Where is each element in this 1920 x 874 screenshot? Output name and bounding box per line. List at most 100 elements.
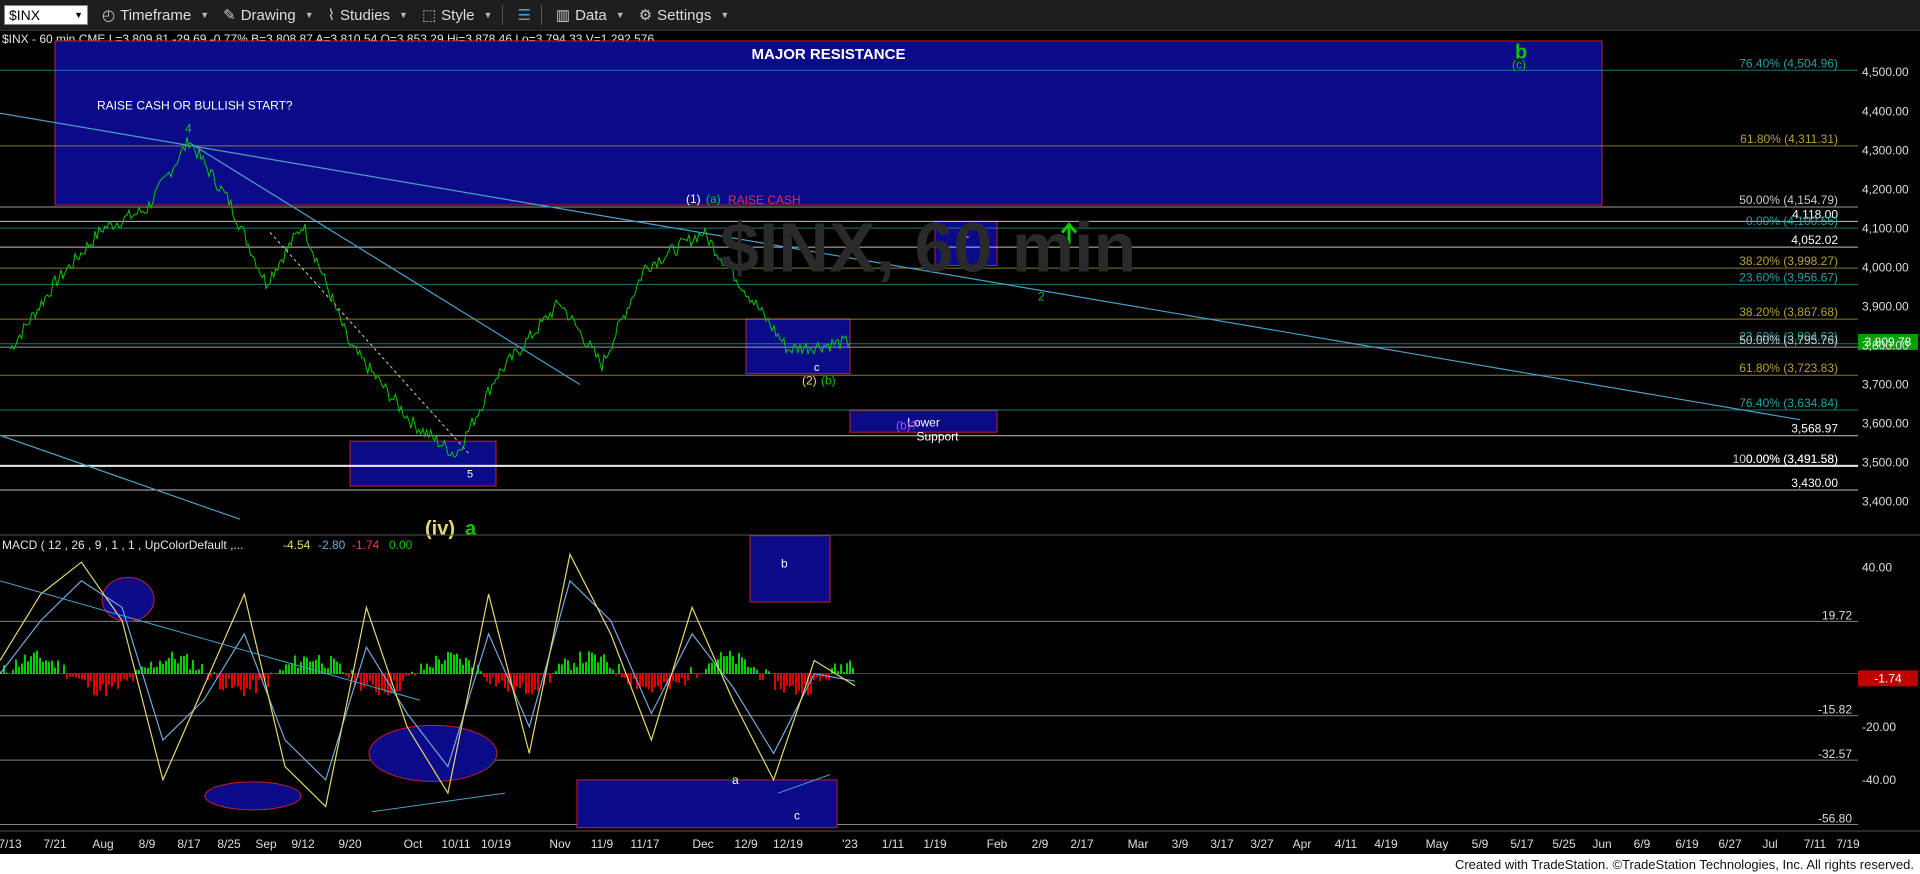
macd-histogram-bar [732,656,734,674]
macd-histogram-bar [183,656,185,674]
macd-histogram-bar [492,673,494,677]
macd-histogram-bar [279,669,281,674]
x-tick-label-36: 6/9 [1634,837,1651,851]
macd-histogram-bar [642,673,644,687]
x-tick-label-23: 2/17 [1070,837,1094,851]
macd-histogram-bar [150,661,152,674]
macd-histogram-bar [570,670,572,674]
macd-histogram-bar [801,673,803,694]
settings-button[interactable]: ⚙ Settings ▼ [639,6,730,25]
chart-area[interactable]: $INX - 60 min CME L=3,809.81 -29.69 -0.7… [0,31,1920,854]
level-label-16: 3,430.00 [1791,476,1838,490]
macd-histogram-bar [126,673,128,681]
y-tick-label-7: 4,100.00 [1862,221,1909,235]
x-tick-label-9: Oct [404,837,423,851]
macd-histogram-bar [144,667,146,674]
macd-histogram-bar [300,661,302,674]
macd-histogram-bar [597,662,599,674]
macd-histogram-bar [645,673,647,688]
drawing-button[interactable]: ✎ Drawing ▼ [223,6,314,25]
macd-histogram-bar [372,673,374,685]
macd-histogram-bar [711,662,713,674]
macd-histogram-bar [519,673,521,689]
chart-annotation-1: RAISE CASH [728,193,801,207]
x-tick-label-29: 4/11 [1335,837,1358,851]
macd-histogram-bar [96,673,98,696]
macd-histogram-bar [27,661,29,674]
zone-sublabel-4: Support [916,429,959,443]
x-tick-label-11: 10/19 [481,837,511,851]
macd-histogram-bar [444,660,446,674]
macd-histogram-bar [267,673,269,687]
macd-y-tick-2: -40.00 [1862,773,1896,787]
macd-histogram-bar [105,673,107,697]
macd-histogram-bar [51,660,53,674]
macd-annotation-1: a [732,773,739,787]
x-tick-label-15: Dec [692,837,713,851]
macd-histogram-bar [180,655,182,674]
toolbar-divider [502,5,504,25]
macd-histogram-bar [12,669,14,674]
layout-button[interactable]: ☰ [517,6,530,24]
macd-histogram-bar [450,652,452,674]
level-label-12: 76.40% (3,634.84) [1739,396,1838,410]
price-chart[interactable]: $INX - 60 min CME L=3,809.81 -29.69 -0.7… [0,31,1920,854]
macd-histogram-bar [486,673,488,682]
macd-histogram-bar [765,669,767,674]
macd-histogram-bar [99,673,101,691]
macd-trendline-up [371,792,506,813]
macd-histogram-bar [777,673,779,681]
macd-histogram-bar [153,667,155,674]
macd-histogram-bar [426,663,428,674]
symbol-input[interactable]: $INX ▼ [4,5,88,25]
macd-histogram-bar [303,656,305,674]
chart-annotation-2: (iv) [425,518,455,540]
timeframe-label: Timeframe [120,6,192,24]
macd-histogram-bar [63,664,65,674]
macd-histogram-bar [435,655,437,674]
macd-histogram-bar [231,673,233,688]
macd-histogram-bar [846,663,848,674]
macd-histogram-bar [690,667,692,674]
x-tick-label-38: 6/27 [1718,837,1742,851]
macd-histogram-bar [672,673,674,681]
x-tick-label-7: 9/12 [291,837,315,851]
macd-histogram-bar [603,654,605,674]
macd-histogram-bar [660,673,662,691]
macd-histogram-bar [468,660,470,674]
x-tick-label-6: Sep [255,837,277,851]
style-button[interactable]: ⬚ Style ▼ [422,6,492,25]
macd-histogram-bar [561,664,563,674]
macd-histogram-bar [423,669,425,674]
level-label-6: 38.20% (3,998.27) [1739,254,1838,268]
macd-histogram-bar [129,673,131,678]
data-button[interactable]: ▥ Data ▼ [556,6,625,25]
macd-histogram-bar [768,671,770,674]
chart-annotation-9: (2) [802,374,817,388]
x-tick-label-41: 7/19 [1836,837,1860,851]
macd-histogram-bar [243,673,245,697]
macd-histogram-bar [393,673,395,681]
y-tick-label-5: 3,900.00 [1862,299,1909,313]
macd-histogram-bar [159,660,161,674]
macd-trendline-down [0,580,421,701]
macd-histogram-bar [729,650,731,674]
chevron-down-icon: ▼ [304,10,314,20]
macd-histogram-bar [360,673,362,692]
x-tick-label-39: Jul [1762,837,1777,851]
macd-histogram-bar [438,659,440,674]
macd-histogram-bar [501,673,503,681]
timeframe-button[interactable]: ◴ Timeframe ▼ [102,6,209,25]
macd-histogram-bar [795,673,797,695]
macd-histogram-bar [282,670,284,674]
macd-histogram-bar [114,673,116,683]
macd-histogram-bar [675,673,677,683]
macd-histogram-bar [798,673,800,691]
macd-histogram-bar [165,660,167,674]
level-label-11: 61.80% (3,723.83) [1739,361,1838,375]
macd-histogram-bar [516,673,518,687]
macd-histogram-bar [138,669,140,674]
studies-button[interactable]: ⌇ Studies ▼ [328,6,408,25]
macd-histogram-bar [306,657,308,674]
x-tick-label-30: 4/19 [1374,837,1398,851]
